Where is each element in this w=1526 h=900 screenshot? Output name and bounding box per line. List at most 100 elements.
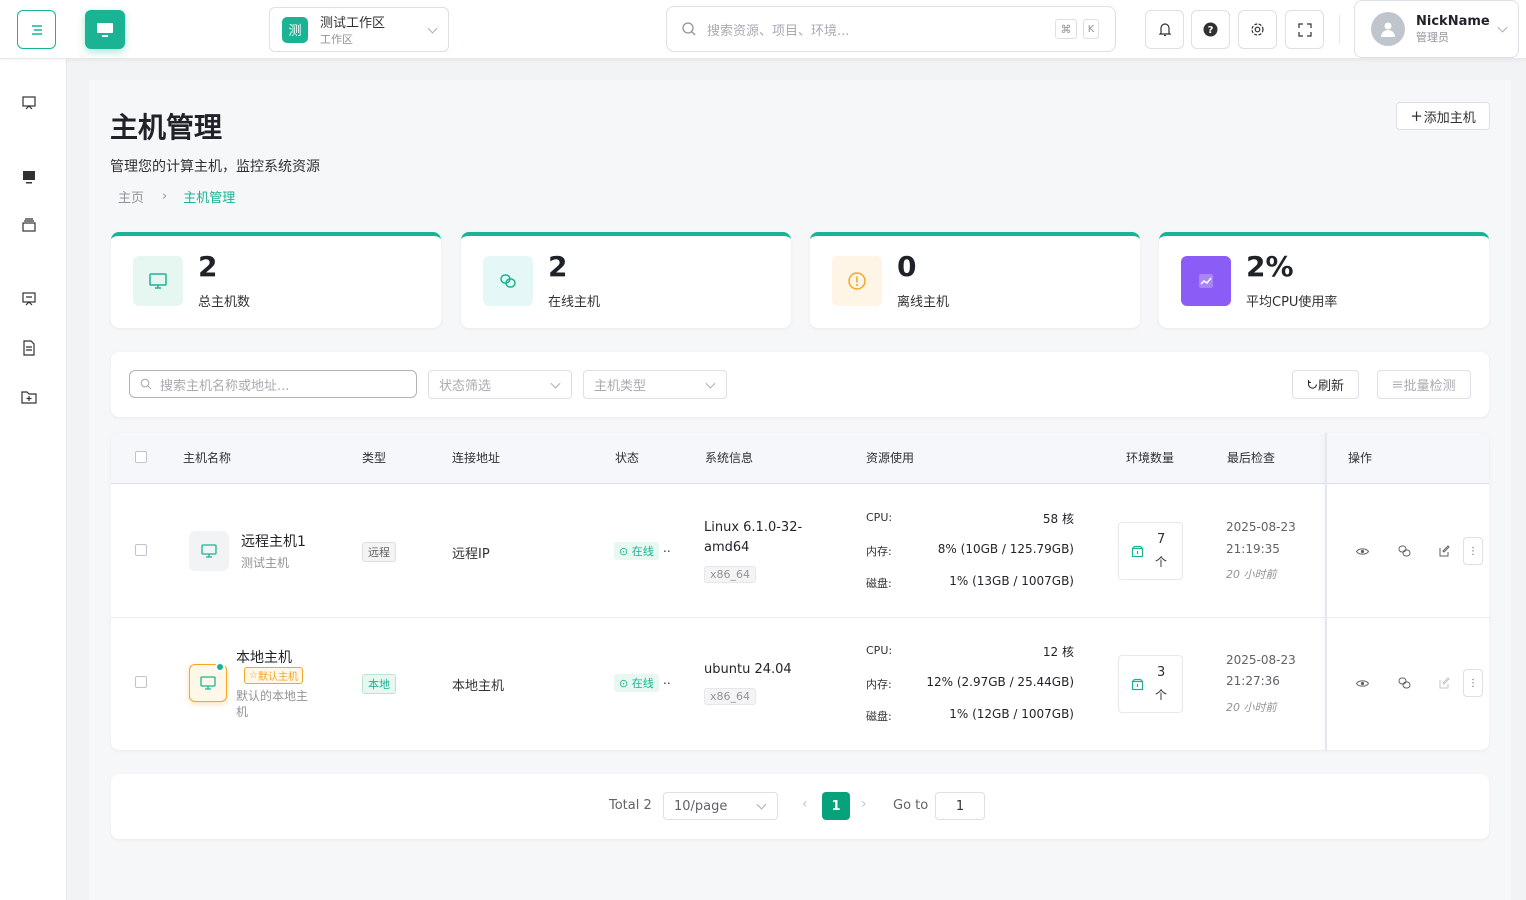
status-badge-text: 在线	[631, 677, 654, 690]
col-header-last-check: 最后检查	[1227, 451, 1276, 465]
col-header-address: 连接地址	[452, 451, 501, 465]
pagination-total: Total 2	[609, 798, 652, 813]
package-icon	[1131, 678, 1144, 691]
env-count-box[interactable]: 7 个	[1118, 522, 1183, 580]
status-badge: ⊙ 在线	[614, 674, 659, 692]
goto-page-input[interactable]: 1	[935, 792, 985, 820]
env-count-box[interactable]: 3 个	[1118, 655, 1183, 713]
refresh-button[interactable]: 刷新	[1292, 370, 1359, 399]
host-desc: 默认的本地主机	[236, 689, 309, 719]
folder-add-icon[interactable]	[20, 388, 38, 406]
add-host-button[interactable]: + 添加主机	[1396, 102, 1490, 130]
presentation-icon[interactable]	[20, 94, 38, 112]
monitor-icon[interactable]	[20, 168, 38, 186]
env-count: 3	[1157, 665, 1166, 680]
os-info: Linux 6.1.0-32-amd64	[704, 520, 803, 555]
fullscreen-button[interactable]	[1285, 10, 1324, 49]
cpu-value: 12 核	[1042, 645, 1074, 659]
chevron-down-icon	[705, 378, 716, 389]
global-search[interactable]: 搜索资源、项目、环境... ⌘ K	[666, 6, 1116, 52]
prev-page-icon[interactable]: ‹	[802, 796, 808, 812]
batch-check-button[interactable]: 批量检测	[1377, 370, 1471, 399]
col-header-actions: 操作	[1348, 451, 1373, 465]
breadcrumb-separator-icon: ›	[162, 189, 168, 204]
star-icon: ☆	[249, 670, 258, 681]
edit-icon[interactable]	[1438, 544, 1452, 558]
col-header-resources: 资源使用	[866, 451, 915, 465]
batch-check-label: 批量检测	[1403, 379, 1456, 394]
menu-toggle-button[interactable]	[17, 10, 56, 49]
trend-icon	[1181, 256, 1231, 306]
row-divider	[111, 617, 1489, 618]
disk-value: 1% (12GB / 1007GB)	[949, 707, 1074, 721]
view-icon[interactable]	[1355, 676, 1369, 690]
status-filter[interactable]: 状态筛选	[428, 370, 572, 399]
host-icon	[189, 531, 229, 571]
breadcrumb-current: 主机管理	[183, 191, 236, 206]
host-name[interactable]: 远程主机1	[241, 531, 306, 551]
cpu-value: 58 核	[1042, 512, 1074, 526]
global-search-input[interactable]: 搜索资源、项目、环境...	[707, 20, 849, 39]
stat-card-cpu: 2% 平均CPU使用率	[1159, 232, 1489, 328]
disk-value: 1% (13GB / 1007GB)	[949, 574, 1074, 588]
kbd-cmd: ⌘	[1055, 19, 1077, 39]
workspace-sub: 工作区	[320, 33, 353, 46]
notifications-button[interactable]	[1145, 10, 1184, 49]
link-icon[interactable]	[1397, 676, 1411, 690]
more-actions-button[interactable]: ⋮	[1463, 669, 1483, 697]
row-checkbox[interactable]	[135, 676, 147, 688]
arch-tag: x86_64	[704, 566, 757, 583]
host-address: 远程IP	[452, 547, 490, 562]
next-page-icon[interactable]: ›	[861, 796, 867, 812]
fullscreen-icon	[1297, 22, 1312, 37]
document-icon[interactable]	[20, 339, 38, 357]
col-header-status: 状态	[615, 451, 640, 465]
select-all-checkbox[interactable]	[135, 451, 147, 463]
plus-icon: +	[1410, 107, 1423, 125]
help-button[interactable]: ?	[1191, 10, 1230, 49]
type-filter[interactable]: 主机类型	[583, 370, 727, 399]
check-time: 21:27:36	[1226, 674, 1280, 688]
stack-icon[interactable]	[20, 216, 38, 234]
monitor-icon	[133, 256, 183, 306]
page-size-select[interactable]: 10/page	[663, 792, 778, 820]
view-icon[interactable]	[1355, 544, 1369, 558]
env-unit: 个	[1155, 555, 1168, 569]
user-menu[interactable]: NickName 管理员	[1354, 0, 1519, 58]
package-icon	[1131, 545, 1144, 558]
workspace-selector[interactable]: 测 测试工作区 工作区	[269, 7, 449, 52]
host-name[interactable]: 本地主机	[236, 647, 292, 667]
stat-value: 2	[548, 250, 568, 283]
settings-button[interactable]	[1238, 10, 1277, 49]
check-date: 2025-08-23	[1226, 520, 1296, 534]
col-header-type: 类型	[362, 451, 387, 465]
add-host-label: 添加主机	[1423, 110, 1476, 126]
env-unit: 个	[1155, 688, 1168, 702]
more-actions-button[interactable]: ⋮	[1463, 537, 1483, 565]
check-date: 2025-08-23	[1226, 653, 1296, 667]
status-ellipsis: ..	[663, 673, 671, 687]
breadcrumb-home[interactable]: 主页	[118, 187, 144, 206]
stat-card-online: 2 在线主机	[461, 232, 791, 328]
table-header-bg	[111, 433, 1489, 484]
stat-label: 离线主机	[897, 295, 950, 310]
row-checkbox[interactable]	[135, 544, 147, 556]
host-search-placeholder: 搜索主机名称或地址...	[160, 378, 290, 394]
logo[interactable]	[85, 10, 125, 49]
workspace-name: 测试工作区	[320, 16, 386, 31]
alert-icon	[832, 256, 882, 306]
status-badge: ⊙ 在线	[614, 542, 659, 560]
stat-label: 总主机数	[198, 295, 251, 310]
os-info: ubuntu 24.04	[704, 662, 792, 677]
chevron-down-icon	[550, 378, 561, 389]
host-search-input[interactable]: 搜索主机名称或地址...	[129, 370, 417, 398]
search-icon	[682, 22, 696, 36]
link-icon[interactable]	[1397, 544, 1411, 558]
chevron-down-icon	[1497, 22, 1508, 33]
bell-icon	[1158, 23, 1171, 37]
current-page-button[interactable]: 1	[822, 792, 850, 820]
board-icon[interactable]	[20, 290, 38, 308]
chevron-down-icon	[756, 799, 767, 810]
top-bar: 测 测试工作区 工作区 搜索资源、项目、环境... ⌘ K ? NickName…	[0, 0, 1526, 59]
stat-label: 平均CPU使用率	[1246, 295, 1338, 310]
